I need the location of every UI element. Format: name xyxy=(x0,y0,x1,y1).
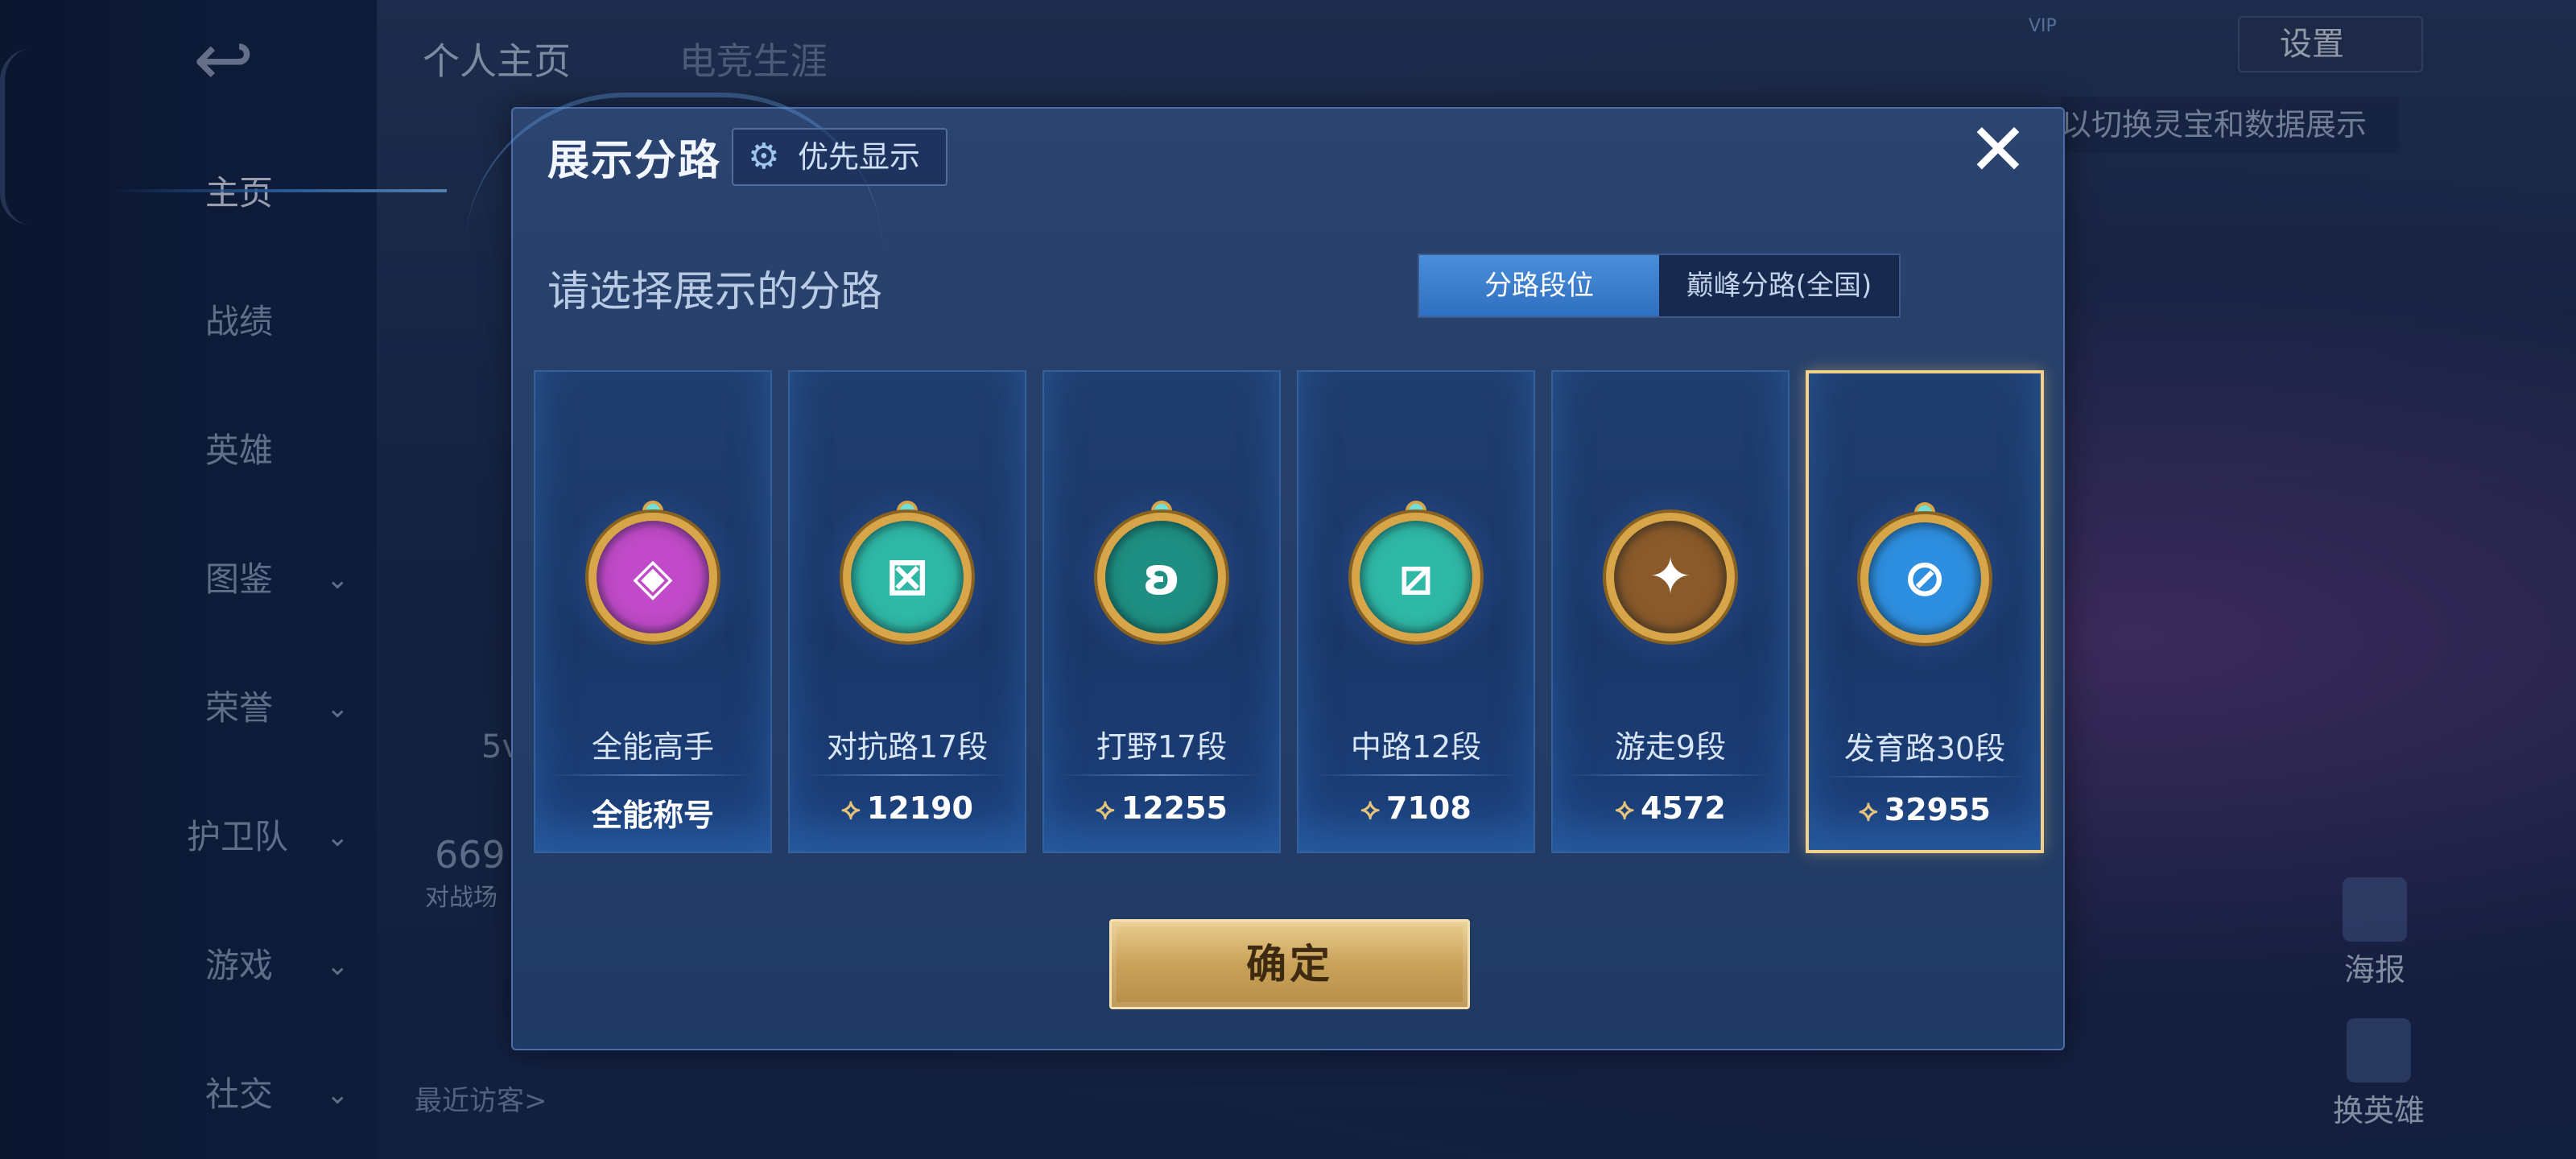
lane-value: ⟡ 7108 xyxy=(1298,790,1534,827)
rank-type-toggle: 分路段位 巅峰分路(全国) xyxy=(1418,254,1901,318)
lane-value-text: 12190 xyxy=(866,790,973,826)
lane-name: 发育路30段 xyxy=(1843,731,2006,766)
lane-value-text: 全能称号 xyxy=(591,798,714,833)
lane-name: 打野17段 xyxy=(1096,729,1228,765)
lane-cards: ◈ 全能高手 全能称号 ⊠ 对抗路17段 ⟡ 12190 ʚ 打野17段 ⟡ 122… xyxy=(534,370,2047,853)
lane-value-text: 7108 xyxy=(1386,790,1472,826)
lane-card-farm[interactable]: ⊘ 发育路30段 ⟡ 32955 xyxy=(1806,370,2044,853)
clash-lane-emblem-icon: ⊠ xyxy=(843,513,972,641)
gear-icon: ⚙ xyxy=(748,136,780,177)
card-divider xyxy=(1060,774,1263,776)
display-lane-modal: 展示分路 ⚙ 优先显示 ✕ 请选择展示的分路 分路段位 巅峰分路(全国) ◈ 全… xyxy=(464,93,2065,1050)
priority-display-button[interactable]: ⚙ 优先显示 xyxy=(732,128,947,186)
card-divider xyxy=(551,774,754,776)
jungle-emblem-icon: ʚ xyxy=(1097,513,1226,641)
lane-name: 中路12段 xyxy=(1350,729,1482,765)
farm-lane-emblem-icon: ⊘ xyxy=(1860,514,1989,643)
card-divider xyxy=(806,774,1009,776)
mid-lane-emblem-icon: ⧄ xyxy=(1352,513,1480,641)
lane-card-mid[interactable]: ⧄ 中路12段 ⟡ 7108 xyxy=(1297,370,1535,853)
lane-name: 全能高手 xyxy=(591,729,714,765)
lane-card-roam[interactable]: ✦ 游走9段 ⟡ 4572 xyxy=(1551,370,1790,853)
peak-points-icon: ⟡ xyxy=(1615,793,1635,826)
peak-points-icon: ⟡ xyxy=(1360,793,1381,826)
lane-card-clash[interactable]: ⊠ 对抗路17段 ⟡ 12190 xyxy=(788,370,1026,853)
card-divider xyxy=(1569,774,1772,776)
modal-title: 展示分路 xyxy=(547,137,722,185)
lane-card-jungle[interactable]: ʚ 打野17段 ⟡ 12255 xyxy=(1042,370,1281,853)
close-button[interactable]: ✕ xyxy=(1966,114,2030,187)
lane-name: 游走9段 xyxy=(1614,729,1727,765)
lane-value: ⟡ 12190 xyxy=(790,790,1025,827)
confirm-button[interactable]: 确定 xyxy=(1109,919,1470,1009)
card-divider xyxy=(1315,774,1517,776)
priority-display-label: 优先显示 xyxy=(798,139,921,175)
roam-emblem-icon: ✦ xyxy=(1606,513,1735,641)
lane-value-text: 12255 xyxy=(1121,790,1228,826)
lane-value-text: 32955 xyxy=(1884,792,1991,827)
lane-value: 全能称号 xyxy=(535,790,770,835)
peak-points-icon: ⟡ xyxy=(1096,793,1115,826)
peak-points-icon: ⟡ xyxy=(1859,794,1878,827)
lane-value-text: 4572 xyxy=(1641,790,1726,826)
lane-value: ⟡ 12255 xyxy=(1044,790,1279,827)
lane-name: 对抗路17段 xyxy=(826,729,989,765)
lane-value: ⟡ 4572 xyxy=(1553,790,1788,827)
toggle-lane-rank[interactable]: 分路段位 xyxy=(1419,255,1659,316)
lane-card-all-round[interactable]: ◈ 全能高手 全能称号 xyxy=(534,370,772,853)
select-lane-prompt: 请选择展示的分路 xyxy=(547,268,883,316)
card-divider xyxy=(1825,776,2025,777)
all-round-emblem-icon: ◈ xyxy=(588,513,717,641)
peak-points-icon: ⟡ xyxy=(841,793,861,826)
toggle-peak-lane-national[interactable]: 巅峰分路(全国) xyxy=(1659,255,1899,316)
lane-value: ⟡ 32955 xyxy=(1809,792,2041,828)
